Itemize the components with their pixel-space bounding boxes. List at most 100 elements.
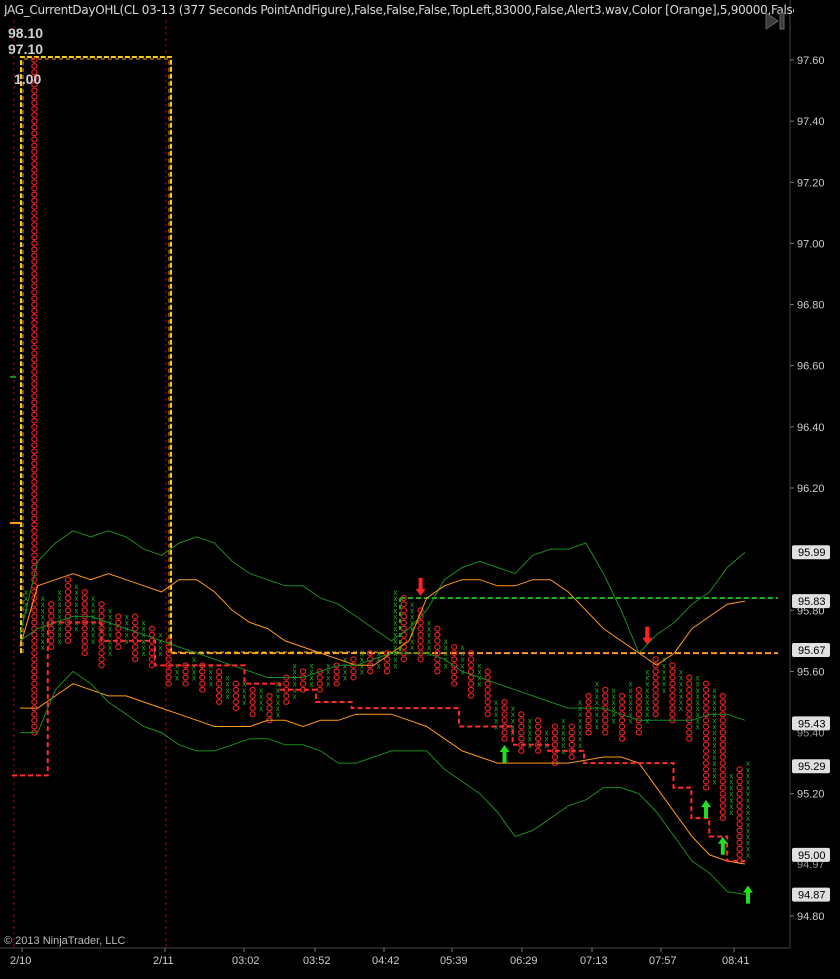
pf-o-box	[31, 393, 38, 400]
pf-o-box	[450, 656, 458, 663]
pf-x-box: x	[578, 698, 582, 707]
pf-o-box	[131, 650, 139, 657]
pf-o-column	[551, 723, 559, 767]
pf-o-box	[31, 637, 38, 644]
pf-o-box	[719, 790, 727, 797]
pf-o-column	[148, 625, 156, 669]
pf-o-box	[467, 668, 475, 675]
pf-o-box	[31, 680, 38, 687]
pf-o-column	[131, 613, 139, 663]
pf-o-box	[501, 717, 508, 724]
pf-x-box: x	[444, 637, 448, 646]
pf-o-box	[199, 680, 206, 687]
pf-o-box	[350, 656, 357, 663]
pf-o-box	[182, 674, 189, 681]
pf-o-box	[669, 711, 676, 718]
price-marker-label: 95.83	[798, 596, 826, 608]
pf-o-box	[31, 356, 38, 363]
pf-o-box	[450, 668, 458, 675]
pf-o-box	[47, 631, 55, 638]
pf-o-box	[333, 668, 340, 675]
pf-o-box	[719, 723, 727, 730]
pf-o-box	[518, 747, 525, 754]
pf-o-column	[652, 656, 659, 718]
pf-o-box	[31, 240, 38, 247]
pf-o-box	[719, 735, 727, 742]
price-marker-label: 95.29	[798, 761, 826, 773]
pf-o-box	[31, 215, 38, 222]
price-chart[interactable]: 2/10 2/11 03:02 03:52 04:42 05:39 06:29 07:13 07…	[0, 0, 840, 974]
pf-o-box	[232, 692, 240, 699]
pf-o-box	[115, 631, 122, 638]
pf-x-column: xxxx	[192, 655, 196, 682]
pf-o-box	[299, 668, 307, 675]
pf-o-box	[148, 650, 156, 657]
pf-o-box	[31, 338, 38, 345]
pf-o-box	[736, 784, 743, 791]
pf-o-box	[719, 766, 727, 773]
pf-x-column: xxxxxxxxx	[41, 594, 45, 652]
pf-o-box	[31, 662, 38, 669]
keltner-band-line	[20, 683, 746, 865]
pf-o-box	[702, 717, 710, 724]
pf-o-box	[31, 650, 38, 657]
pf-o-box	[652, 711, 659, 718]
pf-x-box: x	[74, 582, 78, 591]
pf-o-box	[568, 735, 575, 742]
pf-o-box	[98, 601, 105, 608]
pf-o-box	[31, 118, 38, 125]
pf-o-box	[31, 540, 38, 547]
price-marker-label: 95.99	[798, 547, 826, 559]
pf-o-box	[484, 686, 491, 693]
chart-panel[interactable]: 2/10 2/11 03:02 03:52 04:42 05:39 06:29 07:13 07…	[0, 0, 840, 974]
x-tick-label: 03:52	[303, 955, 331, 967]
pf-o-box	[31, 509, 38, 516]
pf-o-box	[669, 668, 676, 675]
pf-o-box	[501, 705, 508, 712]
pf-o-box	[31, 283, 38, 290]
pf-o-box	[417, 656, 424, 663]
pf-o-box	[736, 778, 743, 785]
pf-o-box	[31, 674, 38, 681]
pf-o-box	[148, 662, 156, 669]
pf-x-column: xxxx	[225, 674, 229, 701]
pf-o-box	[31, 179, 38, 186]
pf-o-box	[669, 692, 676, 699]
pf-o-box	[31, 558, 38, 565]
pf-o-box	[31, 686, 38, 693]
pf-o-box	[31, 448, 38, 455]
skip-to-end-icon[interactable]	[762, 10, 788, 32]
pf-x-box: x	[746, 759, 750, 768]
pf-x-box: x	[125, 612, 129, 621]
pf-o-box	[702, 698, 710, 705]
pf-o-box	[551, 729, 559, 736]
pf-o-box	[736, 851, 743, 858]
pf-o-box	[165, 668, 172, 675]
pf-o-box	[686, 698, 693, 705]
pf-o-box	[719, 772, 727, 779]
pf-o-box	[31, 197, 38, 204]
pf-o-box	[283, 692, 290, 699]
pf-o-column	[568, 723, 575, 761]
pf-o-column	[686, 674, 693, 742]
bollinger-band-line	[20, 670, 746, 896]
pf-o-box	[618, 692, 626, 699]
pf-o-box	[81, 637, 88, 644]
pf-o-box	[686, 711, 693, 718]
pf-o-box	[98, 656, 105, 663]
pf-o-box	[215, 686, 223, 693]
pf-o-box	[31, 87, 38, 94]
pf-o-box	[249, 711, 256, 718]
pf-o-box	[31, 56, 38, 63]
pf-x-box: x	[41, 594, 45, 603]
pf-x-column: xxxxxx	[612, 686, 616, 726]
pf-o-box	[736, 827, 743, 834]
pf-o-box	[316, 680, 324, 687]
y-tick-label: 95.20	[797, 789, 825, 801]
pf-o-box	[736, 790, 743, 797]
pf-o-box	[266, 698, 273, 705]
pf-o-box	[635, 692, 643, 699]
pf-x-box: x	[410, 600, 414, 609]
pf-o-box	[81, 588, 88, 595]
pf-o-box	[316, 674, 324, 681]
